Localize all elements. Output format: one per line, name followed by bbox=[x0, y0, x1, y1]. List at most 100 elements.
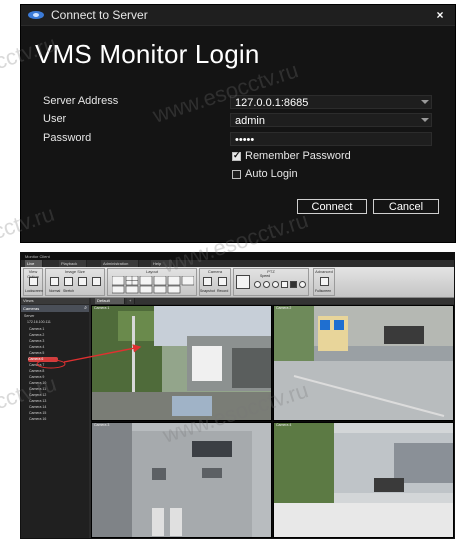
camera-3-label: Camera 3 bbox=[94, 423, 110, 427]
client-titlebar: Monitor Client bbox=[21, 253, 454, 260]
normal-size-icon[interactable] bbox=[50, 277, 59, 286]
app-logo-icon bbox=[28, 11, 44, 19]
ptz-direction-pad-icon[interactable] bbox=[236, 275, 250, 289]
zoom-out-icon[interactable] bbox=[263, 281, 270, 288]
tab-live[interactable]: Live bbox=[25, 260, 43, 267]
server-address-label: Server Address bbox=[43, 95, 119, 107]
toolbar-ribbon: View Option Lockscreen Image Size Normal… bbox=[21, 267, 454, 298]
image-size-group: Image Size Normal Stretch bbox=[45, 268, 105, 296]
speed-label: Speed bbox=[260, 274, 271, 278]
tab-administration[interactable]: Administration bbox=[101, 260, 139, 267]
tree-item[interactable]: Camera 12 bbox=[29, 393, 46, 398]
view-tabs: Default + bbox=[91, 298, 454, 304]
connect-button[interactable]: Connect bbox=[297, 199, 367, 214]
search-icon[interactable]: ⌕ bbox=[84, 305, 87, 312]
password-label: Password bbox=[43, 132, 92, 144]
stretch-icon[interactable] bbox=[64, 277, 73, 286]
camera-2-label: Camera 2 bbox=[276, 306, 292, 310]
camera-tile-3[interactable]: Camera 3 bbox=[91, 422, 272, 538]
camera-2-feed-image bbox=[274, 306, 453, 420]
snapshot-label: Snapshot bbox=[200, 289, 215, 293]
tree-item[interactable]: Camera 5 bbox=[29, 351, 44, 356]
main-tabs: Live Playback Administration Help bbox=[21, 260, 454, 267]
camera-group-label: Camera bbox=[207, 269, 223, 274]
tab-playback[interactable]: Playback bbox=[59, 260, 87, 267]
auto-login-label: Auto Login bbox=[245, 168, 298, 180]
ptz-group: PTZ Speed bbox=[233, 268, 309, 296]
tree-item[interactable]: Camera 4 bbox=[29, 345, 44, 350]
add-view-icon[interactable]: + bbox=[127, 298, 135, 304]
server-address-field[interactable]: 127.0.0.1:8685 bbox=[230, 95, 432, 109]
ptz-preset-icon[interactable] bbox=[290, 281, 297, 288]
user-dropdown-icon[interactable] bbox=[421, 118, 429, 122]
camera-tile-1[interactable]: Camera 1 bbox=[91, 305, 272, 421]
record-icon[interactable] bbox=[218, 277, 227, 286]
tab-help[interactable]: Help bbox=[151, 260, 173, 267]
tree-item[interactable]: Camera 7 bbox=[29, 363, 44, 368]
camera-3-feed-image bbox=[92, 423, 271, 537]
tree-item[interactable]: Camera 16 bbox=[29, 417, 46, 422]
tree-item[interactable]: 172.16.100.111 bbox=[27, 320, 51, 325]
login-heading: VMS Monitor Login bbox=[35, 39, 260, 69]
camera-group: Camera Snapshot Record bbox=[199, 268, 231, 296]
camera-1-label: Camera 1 bbox=[94, 306, 110, 310]
fullscreen-icon[interactable] bbox=[320, 277, 329, 286]
ptz-label: PTZ bbox=[267, 269, 275, 274]
user-field[interactable]: admin bbox=[230, 113, 432, 127]
user-label: User bbox=[43, 113, 67, 125]
layout-group: Layout bbox=[107, 268, 197, 296]
camera-1-feed-image bbox=[92, 306, 271, 420]
cameras-panel-header: Cameras ⌕ bbox=[21, 305, 89, 312]
client-title: Monitor Client bbox=[25, 254, 50, 259]
layout-label: Layout bbox=[145, 269, 158, 274]
image-size-label: Image Size bbox=[64, 269, 85, 274]
ptz-settings-icon[interactable] bbox=[299, 281, 306, 288]
camera-tree: Server 172.16.100.111 Camera 1 Camera 2 … bbox=[21, 312, 89, 538]
stretch-label: Stretch bbox=[63, 289, 75, 293]
monitor-client-window: Monitor Client Live Playback Administrat… bbox=[20, 252, 455, 539]
focus-icon[interactable] bbox=[272, 281, 279, 288]
normal-label: Normal bbox=[49, 289, 61, 293]
zoom-in-icon[interactable] bbox=[254, 281, 261, 288]
cancel-button[interactable]: Cancel bbox=[373, 199, 439, 214]
layout-grid-icons[interactable] bbox=[112, 276, 194, 294]
remember-password-checkbox[interactable] bbox=[232, 150, 241, 161]
user-value: admin bbox=[235, 115, 265, 127]
tree-item-selected[interactable]: Camera 6 bbox=[28, 357, 58, 362]
password-field[interactable]: ••••• bbox=[230, 132, 432, 146]
tree-item[interactable]: Camera 2 bbox=[29, 333, 44, 338]
remember-password-label: Remember Password bbox=[245, 150, 351, 162]
server-address-value: 127.0.0.1:8685 bbox=[235, 97, 309, 109]
tree-item[interactable]: Camera 11 bbox=[29, 387, 46, 392]
camera-tile-2[interactable]: Camera 2 bbox=[273, 305, 454, 421]
advanced-label: Advanced bbox=[315, 269, 333, 274]
auto-login-checkbox[interactable] bbox=[232, 170, 241, 179]
lockscreen-icon[interactable] bbox=[29, 277, 38, 286]
zoom-2x-icon[interactable] bbox=[92, 277, 101, 286]
tree-item[interactable]: Camera 10 bbox=[29, 381, 46, 386]
tree-item[interactable]: Camera 8 bbox=[29, 369, 44, 374]
tree-item[interactable]: Camera 3 bbox=[29, 339, 44, 344]
tree-item[interactable]: Camera 9 bbox=[29, 375, 44, 380]
camera-tile-4[interactable]: Camera 4 bbox=[273, 422, 454, 538]
snapshot-icon[interactable] bbox=[203, 277, 212, 286]
server-address-dropdown-icon[interactable] bbox=[421, 100, 429, 104]
view-tab-default[interactable]: Default bbox=[95, 298, 125, 304]
video-grid: Camera 1 Camera 2 Camera 3 Camera 4 bbox=[91, 305, 454, 538]
password-value: ••••• bbox=[235, 134, 255, 146]
lockscreen-label: Lockscreen bbox=[25, 289, 43, 293]
tree-item[interactable]: Camera 14 bbox=[29, 405, 46, 410]
record-label: Record bbox=[217, 289, 229, 293]
tree-item[interactable]: Camera 15 bbox=[29, 411, 46, 416]
tree-item[interactable]: Camera 13 bbox=[29, 399, 46, 404]
camera-4-label: Camera 4 bbox=[276, 423, 292, 427]
login-dialog: Connect to Server × VMS Monitor Login Se… bbox=[20, 4, 456, 243]
dialog-titlebar: Connect to Server × bbox=[21, 5, 455, 26]
tree-item[interactable]: Camera 1 bbox=[29, 327, 44, 332]
tree-item[interactable]: Server bbox=[24, 314, 34, 319]
iris-icon[interactable] bbox=[281, 281, 288, 288]
fullscreen-label: Fullscreen bbox=[315, 289, 332, 293]
zoom-1x-icon[interactable] bbox=[78, 277, 87, 286]
close-icon[interactable]: × bbox=[433, 8, 447, 22]
cameras-label: Cameras bbox=[23, 306, 40, 311]
